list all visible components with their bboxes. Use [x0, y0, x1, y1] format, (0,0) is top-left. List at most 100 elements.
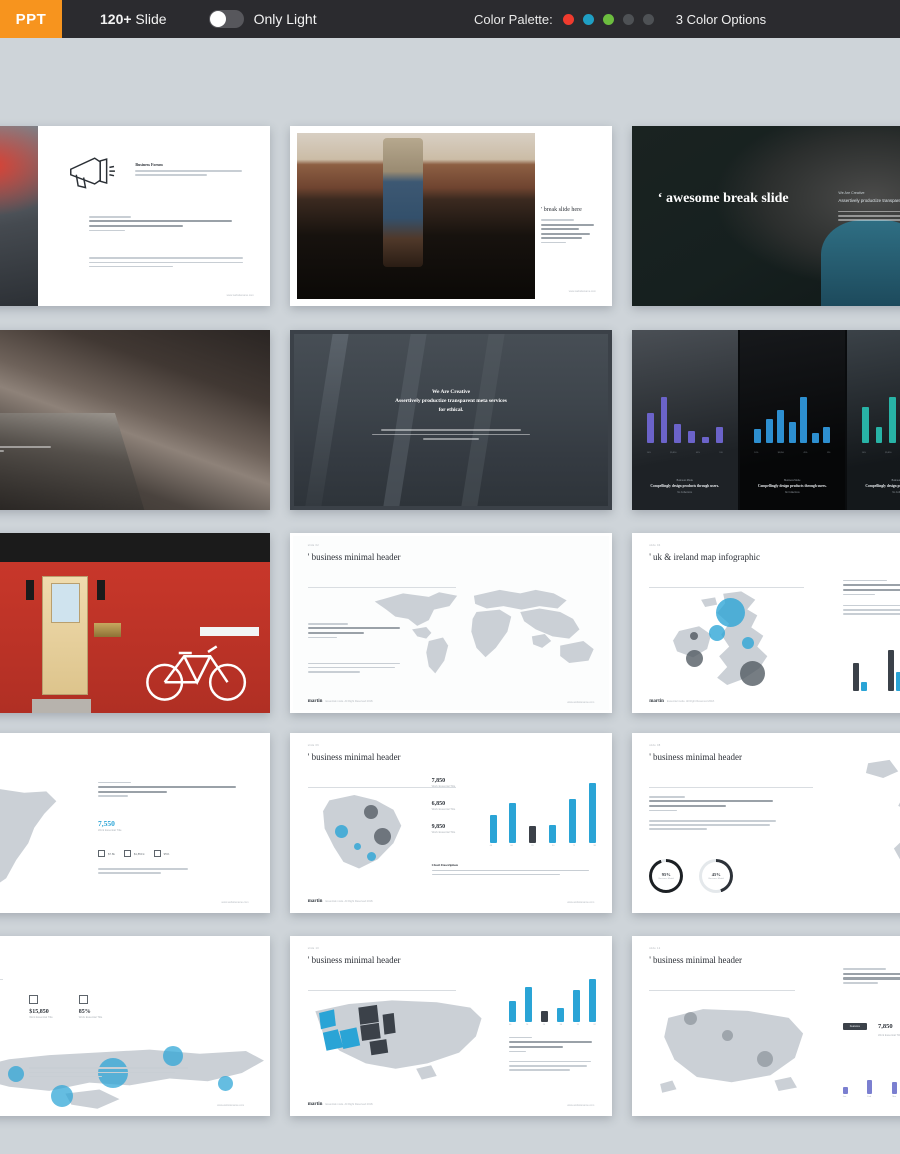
side-kicker: We Are Creative	[838, 190, 865, 195]
chart-caption-title: Chart Description	[431, 862, 458, 867]
bar-label: 46	[489, 844, 493, 847]
footer-text: Essential mode. All Right Reserved 2018.	[325, 900, 374, 903]
slide-thumb-uk-ireland-map[interactable]: slide 04 ' uk & ireland map infographic	[632, 533, 900, 713]
bar	[588, 783, 596, 843]
bar-group	[843, 641, 878, 692]
brazil-bubble-blue-md	[367, 851, 377, 861]
slide-thumb-spain-map[interactable]: slide 12 ' business minimal header Featu…	[632, 936, 900, 1116]
map-bubble-dark-medium	[685, 650, 703, 667]
slide-url: www.websitename.com	[217, 1104, 245, 1107]
bar-label: 76	[525, 1024, 529, 1027]
bar-label: 92	[593, 1024, 596, 1027]
palette-dot-2[interactable]	[582, 13, 594, 25]
slide-url: www.websitename.com	[221, 901, 249, 904]
ppt-logo: PPT	[0, 0, 62, 38]
palette-dot-1[interactable]	[562, 13, 574, 25]
slide-title: ' business minimal header	[649, 751, 743, 762]
stat-value: 7,850	[431, 778, 446, 784]
footer-text: Essential mode. All Right Reserved 2018.	[666, 700, 715, 703]
stat-caption: Work Essential Title	[78, 1016, 103, 1020]
slide-thumb-red-door-bicycle[interactable]: studio that e power of reat ideas.	[0, 533, 270, 713]
slide-grid: Business Forum www.websitename.com ' bre…	[0, 0, 900, 1154]
stat-value: 85%	[78, 1009, 91, 1016]
break-slide-title: ' break slide here	[541, 207, 582, 213]
color-palette-dots[interactable]	[562, 13, 663, 25]
slide-url: www.websitename.com	[567, 701, 595, 704]
palette-dot-3[interactable]	[602, 13, 614, 25]
panel-bar-chart	[646, 396, 723, 444]
donut-inner: 45% Business Model	[702, 862, 731, 890]
footer-text: Essential mode. All Right Reserved 2018.	[325, 700, 374, 703]
map-bubble-dark-small	[690, 632, 699, 640]
slide-thumb-russia-map[interactable]: minimal $15,850Work Essential Title85%Wo…	[0, 936, 270, 1116]
africa-stat-value: 7,550	[98, 819, 115, 829]
only-light-toggle-group[interactable]: Only Light	[208, 10, 317, 28]
slide-thumb-world-map[interactable]: slide 02 ' business minimal header marti…	[290, 533, 612, 713]
slide-thumb-europe-map-donuts[interactable]: slide 08 ' business minimal header 95% Bu…	[632, 733, 900, 913]
slide-thumb-africa-map[interactable]: minimal 7,550 Work Essential Title $7.8k…	[0, 733, 270, 913]
creative-line-3: for ethical.	[438, 406, 464, 413]
brazil-bubble-blue-lg	[335, 824, 349, 838]
bar	[867, 1080, 873, 1095]
slide-thumb-we-are-creative[interactable]: We Are Creative Assertively productize t…	[290, 330, 612, 510]
slide-thumb-awesome-break-slide[interactable]: ‘ awesome break slide We Are Creative As…	[632, 126, 900, 306]
stat-icon-value: $1,850 k	[133, 851, 145, 856]
slide-thumb-business-forum[interactable]: Business Forum www.websitename.com	[0, 126, 270, 306]
bar	[549, 824, 557, 843]
slide-count-label: 120+ Slide	[100, 11, 167, 27]
slide-thumb-four-panel-charts[interactable]: 10% $5,850 45% 120 Business Mode Compellingly…	[632, 330, 900, 510]
map-bubble-large	[715, 597, 745, 627]
donut-chart: 95% Business Model	[649, 859, 684, 893]
panel-teal: 10%$5,85045%120 Business ModeCompellingly…	[847, 330, 900, 510]
stat-block: 7,850 Work Essential Title	[432, 778, 480, 788]
panel-bar-chart	[754, 396, 831, 444]
europe-donut-group: 95% Business Model 45% Business Model	[649, 859, 812, 902]
bar-group	[878, 641, 900, 692]
only-light-toggle[interactable]	[208, 10, 244, 28]
spain-stat-value: 7,850	[877, 1023, 893, 1031]
palette-dot-5[interactable]	[642, 13, 654, 25]
side-lead: Assertively productize transparent meta …	[838, 197, 900, 203]
slide-eyebrow: slide 10	[307, 946, 320, 950]
features-badge[interactable]: Features	[842, 1022, 867, 1030]
spain-bubble-3	[756, 1051, 773, 1068]
red-door-photo	[0, 533, 270, 713]
usa-map	[306, 986, 493, 1094]
slide-thumb-break-slide-here[interactable]: ' break slide here www.websitename.com	[290, 126, 612, 306]
slide-thumb-escalator-break[interactable]: some break	[0, 330, 270, 510]
russia-bubble-2	[50, 1085, 73, 1108]
bar	[556, 1008, 564, 1023]
usa-bar-chart	[508, 979, 596, 1023]
stat-block: $15,850 Work Essential Title	[29, 995, 53, 1019]
slide-url: www.websitename.com	[568, 290, 596, 294]
bar	[509, 802, 517, 843]
slide-count-unit: Slide	[131, 11, 167, 27]
spain-bubble-2	[722, 1029, 734, 1041]
donut-caption: Business Model	[708, 878, 724, 880]
slide-title: ' business minimal header	[307, 751, 401, 762]
escalator-title: some break	[0, 420, 59, 436]
slide-thumb-brazil-map-chart[interactable]: slide 06 ' business minimal header 7,850…	[290, 733, 612, 913]
bar	[540, 1011, 548, 1023]
stat-icon	[98, 850, 105, 857]
russia-bubble-4	[162, 1045, 183, 1066]
bar-label: 24	[542, 1024, 546, 1027]
slide-thumb-usa-map[interactable]: slide 10 ' business minimal header 46 76…	[290, 936, 612, 1116]
bar	[896, 672, 900, 692]
palette-dot-4[interactable]	[622, 13, 634, 25]
slide-title: ' business minimal header	[649, 954, 743, 965]
africa-icon-stats: $7.8k $1,850 k 95%	[98, 850, 178, 857]
spain-chart-axis-labels: JanFebMarAprMayJunJulAugSep	[843, 1096, 900, 1098]
panel-axis-labels: 10%$5,85045%120	[861, 452, 892, 455]
stat-caption: Work Essential Title	[29, 1016, 53, 1020]
panel-caption: Business ModeCompellingly design product…	[650, 479, 720, 494]
bar-label: 70	[576, 1024, 579, 1027]
bar-label: 30	[551, 844, 555, 847]
footer-brand: martin	[649, 699, 664, 704]
brazil-map	[309, 787, 418, 881]
panel-bar-chart	[861, 396, 900, 444]
bar-label: Jan	[842, 1096, 847, 1099]
slide-url: www.websitename.com	[567, 1104, 595, 1107]
panel-caption: Business ModeCompellingly design product…	[757, 479, 827, 494]
only-light-label: Only Light	[253, 11, 317, 27]
